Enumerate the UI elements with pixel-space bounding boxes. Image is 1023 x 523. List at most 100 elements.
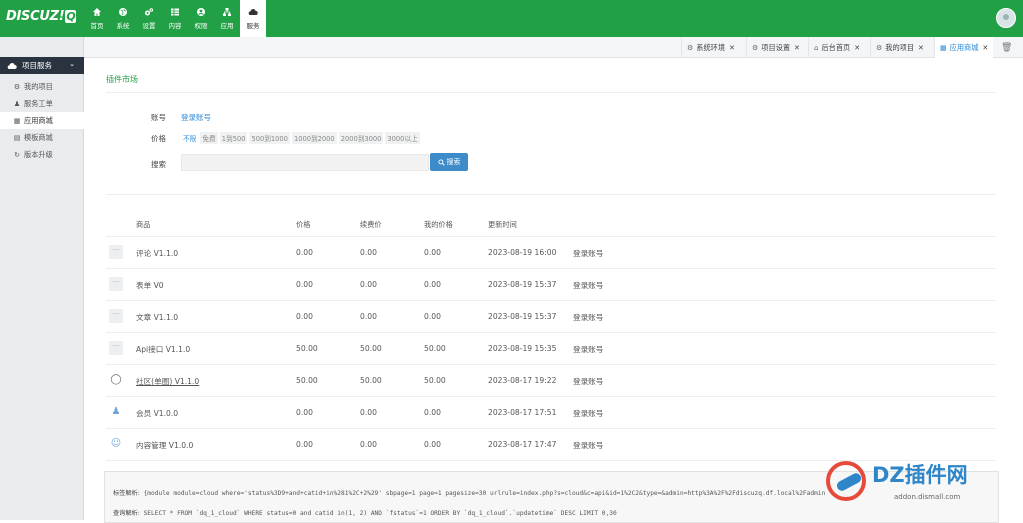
renew-price-cell: 0.00 [360, 280, 377, 289]
grid-icon [171, 8, 179, 16]
column-header: 我的价格 [424, 220, 453, 229]
price-cell: 50.00 [296, 376, 318, 385]
close-icon[interactable]: ✕ [918, 44, 924, 52]
column-header: 价格 [296, 220, 311, 229]
nav-apps[interactable]: 应用 [214, 0, 240, 37]
close-icon[interactable]: ✕ [982, 44, 988, 52]
product-thumbnail: ··· [109, 309, 123, 323]
login-account-link[interactable]: 登录账号 [573, 248, 603, 259]
price-cell: 0.00 [296, 280, 313, 289]
table-row: ··· 评论 V1.1.0 0.00 0.00 0.00 2023-08-19 … [106, 236, 996, 268]
divider [106, 92, 996, 93]
my-price-cell: 0.00 [424, 312, 441, 321]
nav-permission[interactable]: 权限 [188, 0, 214, 37]
search-input[interactable] [181, 154, 429, 171]
price-option[interactable]: 1000到2000 [291, 132, 337, 144]
price-option[interactable]: 免费 [200, 132, 218, 144]
price-cell: 0.00 [296, 440, 313, 449]
update-time-cell: 2023-08-17 17:51 [488, 408, 557, 417]
product-thumbnail: ··· [109, 245, 123, 259]
update-time-cell: 2023-08-19 15:37 [488, 312, 557, 321]
nav-system[interactable]: 系统 [110, 0, 136, 37]
sitemap-icon: ▦ [13, 116, 21, 125]
table-row: ♟ 会员 V1.0.0 0.00 0.00 0.00 2023-08-17 17… [106, 396, 996, 428]
tag-parse-line: 标签解析: {module module=cloud where='status… [113, 490, 826, 497]
divider [106, 194, 996, 195]
nav-settings[interactable]: 设置 [136, 0, 162, 37]
chevron-down-icon: ⌄ [69, 60, 75, 68]
price-option[interactable]: 3000以上 [385, 132, 420, 144]
price-option[interactable]: 1到500 [219, 132, 248, 144]
price-cell: 50.00 [296, 344, 318, 353]
login-account-link[interactable]: 登录账号 [573, 280, 603, 291]
tab-admin-home[interactable]: ⌂ 后台首页 ✕ [808, 37, 865, 58]
close-icon[interactable]: ✕ [729, 44, 735, 52]
product-name-link[interactable]: 评论 V1.1.0 [136, 248, 178, 259]
close-icon[interactable]: ✕ [794, 44, 800, 52]
my-price-cell: 0.00 [424, 440, 441, 449]
tab-project-settings[interactable]: ⚙ 项目设置 ✕ [746, 37, 805, 58]
my-price-cell: 50.00 [424, 344, 446, 353]
refresh-icon: ↻ [14, 150, 20, 159]
renew-price-cell: 50.00 [360, 344, 382, 353]
avatar[interactable] [996, 8, 1016, 28]
my-price-cell: 50.00 [424, 376, 446, 385]
sitemap-icon [223, 8, 231, 16]
sidebar-item-app-store[interactable]: ▦ 应用商城 [0, 112, 84, 129]
discuz-logo[interactable]: DISCUZ! Q [6, 9, 77, 24]
sidebar-item-upgrade[interactable]: ↻ 版本升级 [0, 146, 84, 163]
tab-my-projects[interactable]: ⚙ 我的项目 ✕ [870, 37, 929, 58]
price-filter: 不限 免费 1到500 500到1000 1000到2000 2000到3000… [181, 132, 422, 144]
login-account-link[interactable]: 登录账号 [573, 344, 603, 355]
gear-icon: ⚙ [876, 43, 883, 52]
template-icon: ▤ [13, 133, 21, 142]
trash-icon[interactable]: 🗑 [1001, 43, 1012, 53]
chat-icon: ◯ [110, 374, 122, 385]
login-account-link[interactable]: 登录账号 [573, 440, 603, 451]
search-button[interactable]: 搜索 [430, 153, 468, 171]
page-title: 插件市场 [106, 75, 138, 84]
product-name-link[interactable]: 表单 V0 [136, 280, 164, 291]
close-icon[interactable]: ✕ [854, 44, 860, 52]
top-nav: 首页 系统 设置 内容 权限 应用 服务 [84, 0, 266, 37]
login-account-link[interactable]: 登录账号 [573, 312, 603, 323]
price-option[interactable]: 不限 [181, 132, 199, 144]
product-name-link[interactable]: 文章 V1.1.0 [136, 312, 178, 323]
sidebar-item-service-tickets[interactable]: ♟ 服务工单 [0, 95, 84, 112]
sidebar-item-template-store[interactable]: ▤ 模板商城 [0, 129, 84, 146]
column-header: 更新时间 [488, 220, 517, 229]
price-option[interactable]: 2000到3000 [338, 132, 384, 144]
table-row: ··· Api接口 V1.1.0 50.00 50.00 50.00 2023-… [106, 332, 996, 364]
tab-app-store[interactable]: ▦ 应用商城 ✕ [934, 37, 994, 58]
product-name-link[interactable]: Api接口 V1.1.0 [136, 344, 190, 355]
login-account-link[interactable]: 登录账号 [573, 408, 603, 419]
sidebar-item-my-projects[interactable]: ⚙ 我的项目 [0, 78, 84, 95]
nav-content[interactable]: 内容 [162, 0, 188, 37]
cloud-icon [248, 9, 258, 15]
smiley-icon: ☺ [110, 438, 122, 449]
product-name-link[interactable]: 社区(单圈) V1.1.0 [136, 376, 199, 387]
price-option[interactable]: 500到1000 [249, 132, 290, 144]
table-row: ··· 表单 V0 0.00 0.00 0.00 2023-08-19 15:3… [106, 268, 996, 300]
login-account-link[interactable]: 登录账号 [181, 112, 211, 123]
update-time-cell: 2023-08-19 16:00 [488, 248, 557, 257]
search-label: 搜索 [151, 160, 166, 169]
gear-icon: ⚙ [687, 43, 694, 52]
sidebar-section-header[interactable]: 项目服务 ⌄ [0, 57, 84, 74]
sidebar: 项目服务 ⌄ ⚙ 我的项目 ♟ 服务工单 ▦ 应用商城 ▤ 模板商城 ↻ 版本升级 [0, 37, 84, 520]
main-content: 插件市场 账号 登录账号 价格 不限 免费 1到500 500到1000 100… [84, 58, 1023, 523]
product-name-link[interactable]: 内容管理 V1.0.0 [136, 440, 193, 451]
my-price-cell: 0.00 [424, 248, 441, 257]
nav-services[interactable]: 服务 [240, 0, 266, 37]
nav-home[interactable]: 首页 [84, 0, 110, 37]
product-name-link[interactable]: 会员 V1.0.0 [136, 408, 178, 419]
login-account-link[interactable]: 登录账号 [573, 376, 603, 387]
watermark-logo-icon [826, 461, 866, 501]
price-cell: 0.00 [296, 248, 313, 257]
user-icon: ♟ [13, 99, 21, 108]
table-row: ◯ 社区(单圈) V1.1.0 50.00 50.00 50.00 2023-0… [106, 364, 996, 396]
tab-system-env[interactable]: ⚙ 系统环境 ✕ [681, 37, 740, 58]
product-thumbnail: ··· [109, 277, 123, 291]
product-thumbnail: ··· [109, 341, 123, 355]
price-label: 价格 [151, 134, 166, 143]
